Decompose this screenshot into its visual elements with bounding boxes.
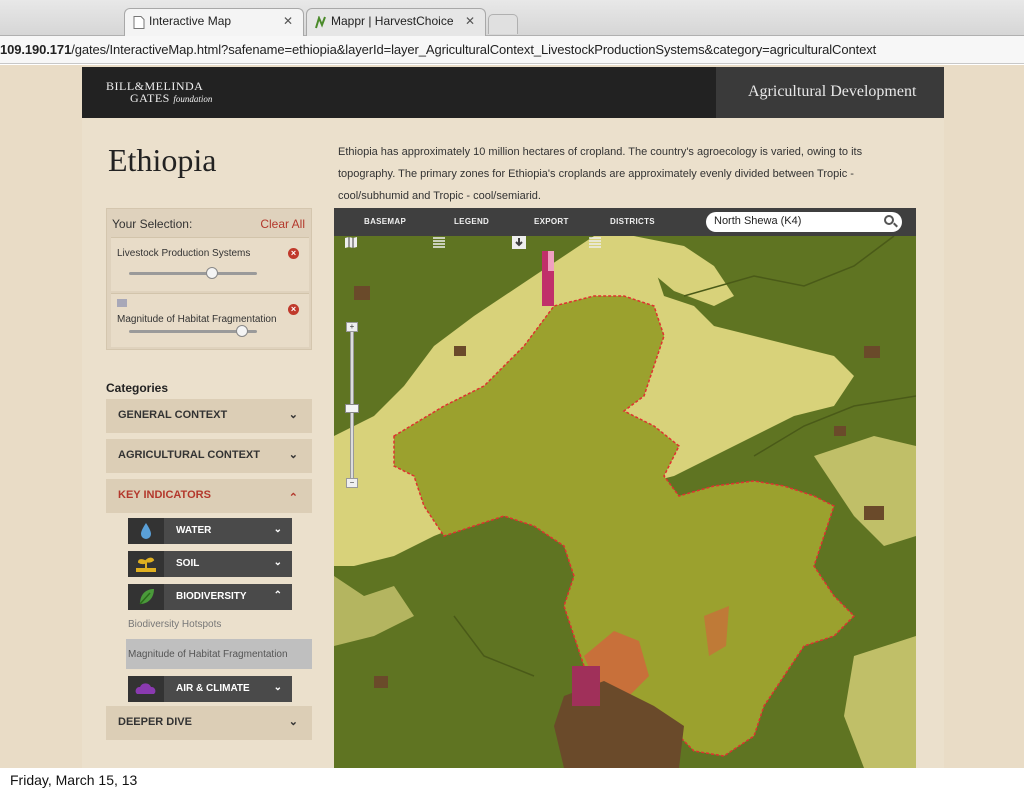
category-deeper-dive[interactable]: DEEPER DIVE ⌄	[106, 706, 312, 740]
new-tab-button[interactable]	[488, 14, 518, 34]
indicator-icon-box	[128, 676, 164, 702]
indicator-icon-box	[128, 551, 164, 577]
map-patch	[834, 426, 846, 436]
download-icon	[512, 236, 526, 249]
search-value: North Shewa (K4)	[714, 215, 802, 227]
interactive-map[interactable]: BASEMAP LEGEND EXPORT DISTRICTS North Sh…	[334, 208, 916, 768]
list-icon	[433, 237, 445, 248]
page-title: Ethiopia	[108, 142, 217, 178]
zoom-control[interactable]: + −	[345, 322, 359, 488]
basemap-button[interactable]: BASEMAP	[364, 217, 406, 226]
site-header: BILL&MELINDA GATES foundation Agricultur…	[82, 67, 944, 118]
category-label: GENERAL CONTEXT	[118, 409, 228, 421]
chevron-down-icon: ⌄	[288, 716, 298, 728]
map-patch	[454, 346, 466, 356]
remove-icon[interactable]: ×	[288, 304, 299, 315]
chevron-down-icon: ⌄	[288, 409, 298, 421]
list-icon	[589, 237, 601, 248]
indicator-air-climate[interactable]: AIR & CLIMATE ⌄	[128, 676, 292, 702]
browser-tab-bar: Interactive Map ✕ Mappr | HarvestChoice …	[0, 0, 1024, 36]
map-patch	[572, 666, 600, 706]
url-path: /gates/InteractiveMap.html?safename=ethi…	[71, 42, 877, 57]
opacity-slider[interactable]	[129, 267, 257, 279]
selection-panel: Your Selection: Clear All Livestock Prod…	[106, 208, 312, 350]
slider-handle[interactable]	[235, 325, 248, 337]
chevron-down-icon: ⌄	[273, 682, 282, 693]
chevron-up-icon: ⌃	[273, 590, 282, 601]
remove-icon[interactable]: ×	[288, 248, 299, 259]
zoom-out-button[interactable]: −	[346, 478, 358, 488]
zoom-slider-handle[interactable]	[345, 404, 359, 413]
country-description: Ethiopia has approximately 10 million he…	[338, 146, 863, 202]
habitat-map-layer	[334, 236, 916, 768]
layer-habitat-fragmentation[interactable]: Magnitude of Habitat Fragmentation	[126, 639, 312, 669]
category-agricultural-context[interactable]: AGRICULTURAL CONTEXT ⌄	[106, 439, 312, 473]
map-patch	[864, 506, 884, 520]
gates-foundation-logo[interactable]: BILL&MELINDA GATES foundation	[106, 80, 212, 105]
layer-swatch	[117, 299, 127, 307]
water-drop-icon	[141, 523, 151, 539]
url-host: 109.190.171	[0, 42, 72, 57]
tab-label: Mappr | HarvestChoice	[331, 14, 454, 28]
logo-foundation: foundation	[173, 94, 213, 104]
indicator-label: BIODIVERSITY	[176, 591, 247, 602]
legend-button[interactable]: LEGEND	[454, 217, 489, 226]
category-label: AGRICULTURAL CONTEXT	[118, 449, 260, 461]
clear-all-link[interactable]: Clear All	[260, 217, 305, 231]
tab-mappr[interactable]: Mappr | HarvestChoice ✕	[306, 8, 486, 36]
indicator-soil[interactable]: SOIL ⌄	[128, 551, 292, 577]
map-patch	[354, 286, 370, 300]
selection-item-label: Livestock Production Systems	[117, 248, 251, 259]
layer-biodiversity-hotspots[interactable]: Biodiversity Hotspots	[128, 619, 221, 630]
page-icon	[133, 16, 145, 29]
address-bar[interactable]: 109.190.171/gates/InteractiveMap.html?sa…	[0, 36, 1024, 64]
selection-heading: Your Selection:	[112, 217, 193, 231]
map-basemap-icon	[345, 237, 357, 248]
export-button[interactable]: EXPORT	[534, 217, 569, 226]
chevron-down-icon: ⌄	[273, 557, 282, 568]
slider-handle[interactable]	[206, 267, 219, 279]
chevron-down-icon: ⌄	[273, 524, 282, 535]
selection-item-fragmentation: Magnitude of Habitat Fragmentation ×	[111, 293, 309, 347]
slide-date-caption: Friday, March 15, 13	[10, 772, 138, 788]
logo-line-2: GATES	[130, 91, 170, 105]
url-text[interactable]: 109.190.171/gates/InteractiveMap.html?sa…	[0, 42, 876, 57]
site-container: BILL&MELINDA GATES foundation Agricultur…	[82, 67, 944, 768]
mappr-logo-icon	[315, 16, 326, 29]
map-patch	[548, 251, 554, 271]
tab-interactive-map[interactable]: Interactive Map ✕	[124, 8, 304, 36]
soil-sprout-icon	[136, 557, 156, 572]
indicator-icon-box	[128, 584, 164, 610]
search-icon[interactable]	[884, 215, 894, 225]
section-title[interactable]: Agricultural Development	[716, 67, 944, 118]
chevron-up-icon: ⌃	[288, 492, 298, 504]
category-label: DEEPER DIVE	[118, 716, 192, 728]
selection-item-label: Magnitude of Habitat Fragmentation	[117, 314, 277, 325]
close-icon[interactable]: ✕	[465, 14, 475, 28]
tab-label: Interactive Map	[149, 14, 232, 28]
category-key-indicators[interactable]: KEY INDICATORS ⌃	[106, 479, 312, 513]
categories-heading: Categories	[106, 381, 169, 395]
opacity-slider[interactable]	[129, 325, 257, 337]
chevron-down-icon: ⌄	[288, 449, 298, 461]
districts-button[interactable]: DISTRICTS	[610, 217, 655, 226]
map-patch	[864, 346, 880, 358]
map-toolbar: BASEMAP LEGEND EXPORT DISTRICTS North Sh…	[334, 208, 916, 249]
close-icon[interactable]: ✕	[283, 14, 293, 28]
map-patch	[374, 676, 388, 688]
indicator-label: SOIL	[176, 558, 200, 569]
indicator-icon-box	[128, 518, 164, 544]
zoom-in-button[interactable]: +	[346, 322, 358, 332]
category-label: KEY INDICATORS	[118, 489, 211, 501]
selection-item-livestock: Livestock Production Systems ×	[111, 237, 309, 291]
category-general-context[interactable]: GENERAL CONTEXT ⌄	[106, 399, 312, 433]
indicator-biodiversity[interactable]: BIODIVERSITY ⌃	[128, 584, 292, 610]
page-background: BILL&MELINDA GATES foundation Agricultur…	[0, 65, 1024, 768]
leaf-icon	[139, 589, 154, 605]
indicator-label: WATER	[176, 525, 212, 536]
cloud-icon	[135, 683, 156, 694]
district-search-input[interactable]: North Shewa (K4)	[706, 212, 902, 232]
indicator-label: AIR & CLIMATE	[176, 683, 250, 694]
indicator-water[interactable]: WATER ⌄	[128, 518, 292, 544]
